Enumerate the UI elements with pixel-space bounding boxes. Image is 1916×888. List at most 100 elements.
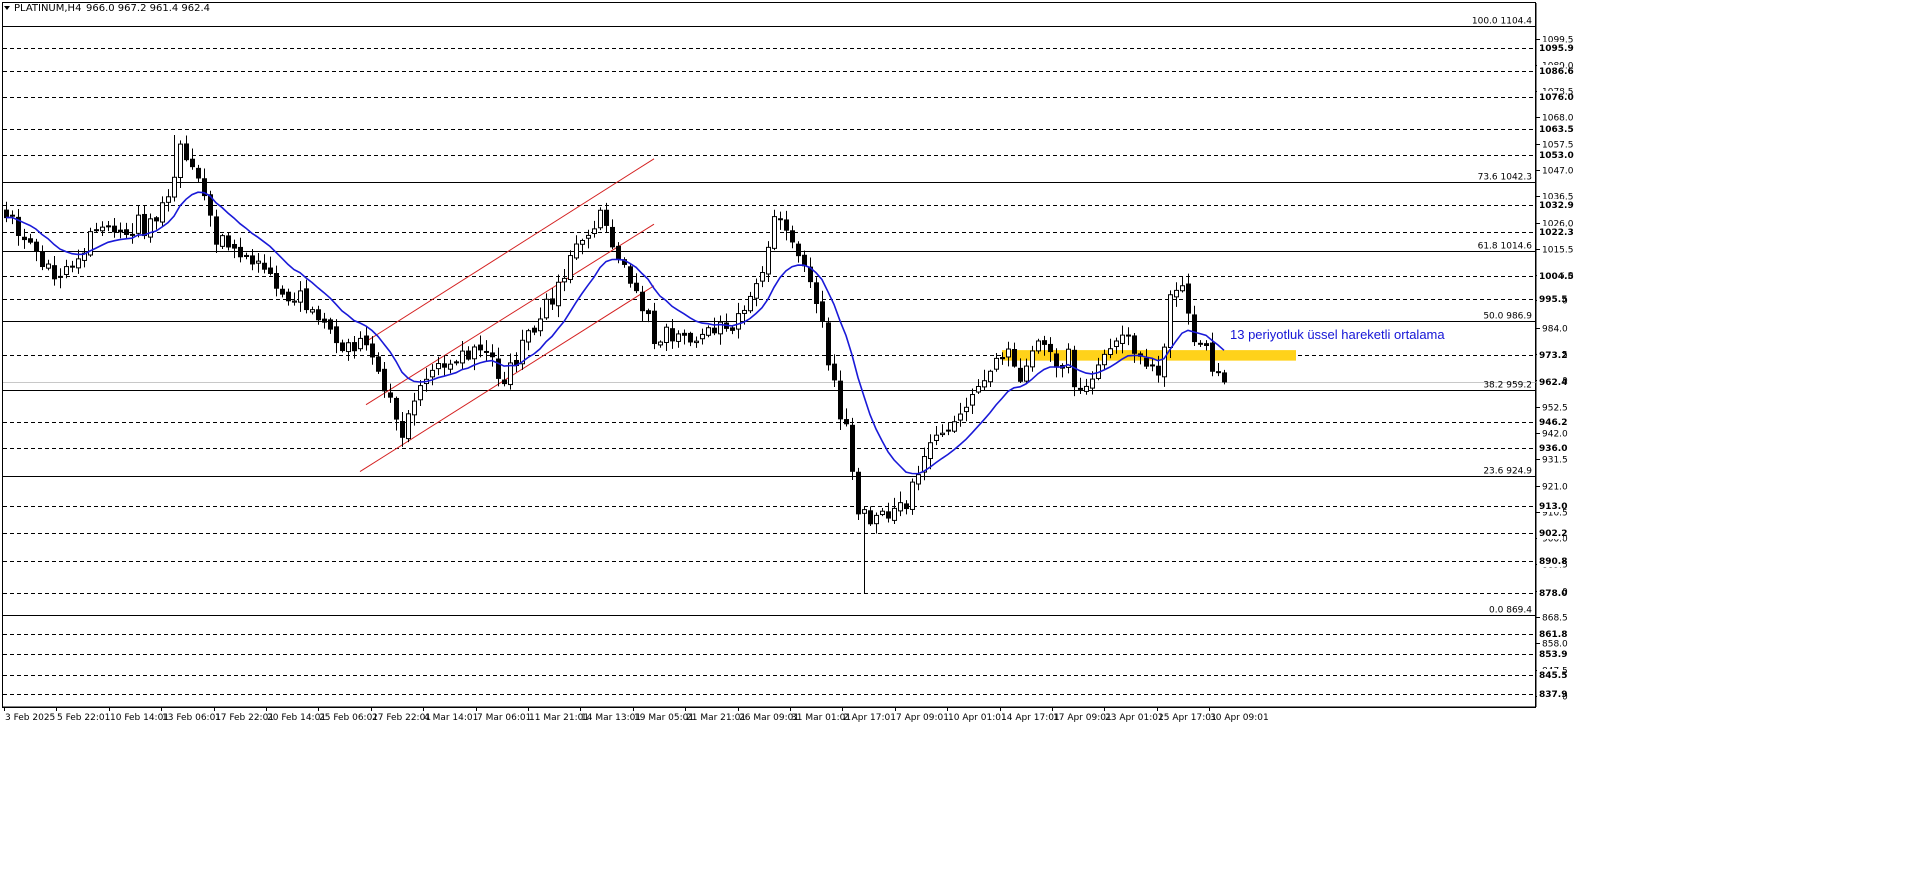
candle-body-down xyxy=(844,419,849,425)
fibo-level-label: 23.6 924.9 xyxy=(1483,467,1532,477)
candle-body-up xyxy=(766,246,771,275)
candle-body-down xyxy=(688,332,693,343)
candle-body-down xyxy=(304,288,309,311)
candle-body-up xyxy=(928,442,933,460)
candle-body-down xyxy=(784,219,789,231)
candle-body-up xyxy=(1162,346,1167,378)
candle-body-down xyxy=(364,335,369,346)
price-level-badge-label: 1076.0 xyxy=(1539,93,1574,103)
candle-body-up xyxy=(172,176,177,198)
price-level-badge-label: 1004.5 xyxy=(1539,272,1574,282)
candle-body-down xyxy=(394,397,399,420)
time-axis-tick-label: 20 Feb 14:01 xyxy=(267,713,326,723)
time-axis-tick-label: 10 Feb 14:01 xyxy=(110,713,169,723)
candle-body-down xyxy=(814,282,819,304)
price-level-badge-label: 936.0 xyxy=(1539,444,1567,454)
candle-body-down xyxy=(376,356,381,372)
price-chart[interactable]: 100.0 1104.4 73.6 1042.3 61.8 1014.6 50.0 9… xyxy=(0,0,1916,888)
candle-body-down xyxy=(466,350,471,360)
candle-body-up xyxy=(160,202,165,223)
candle-body-up xyxy=(592,228,597,235)
candle-body-down xyxy=(40,251,45,268)
candle-body-up xyxy=(1198,342,1203,345)
candle-body-down xyxy=(478,344,483,351)
price-level-badge-label: 878.0 xyxy=(1539,589,1567,599)
price-level-badge-label: 853.9 xyxy=(1539,650,1567,660)
price-axis-tick-label: 1047.0 xyxy=(1542,167,1574,177)
candle-body-down xyxy=(442,363,447,368)
candle-body-up xyxy=(892,507,897,521)
candle-body-down xyxy=(634,282,639,292)
candle-body-down xyxy=(190,158,195,168)
candle-body-down xyxy=(868,510,873,525)
price-axis: 1099.51089.01078.51068.01057.51047.01036… xyxy=(1535,3,1574,707)
candle-body-down xyxy=(640,291,645,312)
fibo-level-label: 61.8 1014.6 xyxy=(1478,242,1533,252)
price-level-badge-label: 837.9 xyxy=(1539,690,1567,700)
candle-body-up xyxy=(1036,340,1041,352)
ema-annotation: 13 periyotluk üssel hareketli ortalama xyxy=(1230,327,1445,342)
candle-body-up xyxy=(748,295,753,312)
candle-body-down xyxy=(316,309,321,321)
time-axis-tick-label: 23 Apr 01:01 xyxy=(1105,713,1164,723)
candle-body-up xyxy=(298,290,303,303)
candle-body-down xyxy=(1132,335,1137,354)
candle-body-up xyxy=(100,226,105,232)
candle-body-up xyxy=(982,380,987,388)
candle-body-down xyxy=(1210,342,1215,372)
candle-body-up xyxy=(772,216,777,249)
candle-body-up xyxy=(1126,334,1131,337)
candle-body-up xyxy=(76,258,81,269)
candle-body-up xyxy=(910,481,915,510)
candle-body-up xyxy=(46,263,51,269)
price-level-badge-label: 861.8 xyxy=(1539,630,1567,640)
candle-body-up xyxy=(994,357,999,370)
candle-body-down xyxy=(778,218,783,221)
price-level-badge-label: 946.2 xyxy=(1539,418,1567,428)
candle-body-up xyxy=(1102,353,1107,366)
time-axis-tick-label: 7 Apr 09:01 xyxy=(896,713,949,723)
time-axis-tick-label: 2 Apr 17:01 xyxy=(843,713,896,723)
candle-body-up xyxy=(916,474,921,485)
candle-body-up xyxy=(418,385,423,401)
candle-body-down xyxy=(730,327,735,331)
fibo-level-label: 38.2 959.2 xyxy=(1483,381,1532,391)
candle-body-up xyxy=(310,309,315,313)
candle-body-down xyxy=(370,343,375,358)
price-axis-tick-label: 931.5 xyxy=(1542,456,1568,466)
candle-body-up xyxy=(1168,294,1173,348)
candle-body-down xyxy=(274,272,279,289)
candle-body-up xyxy=(1180,285,1185,292)
candle-body-down xyxy=(1150,364,1155,367)
candle-body-up xyxy=(358,337,363,350)
candle-body-up xyxy=(574,243,579,259)
candle-body-down xyxy=(1012,349,1017,367)
candle-body-down xyxy=(352,342,357,352)
candle-body-down xyxy=(70,265,75,268)
fibo-level-label: 50.0 986.9 xyxy=(1483,312,1532,322)
price-axis-tick-label: 952.5 xyxy=(1542,404,1568,414)
candle-body-down xyxy=(838,380,843,420)
candle-body-down xyxy=(682,332,687,336)
candle-body-down xyxy=(262,262,267,270)
candle-body-down xyxy=(1156,365,1161,376)
candle-body-down xyxy=(1192,314,1197,343)
candle-body-down xyxy=(382,368,387,392)
price-level-badge-label: 1095.9 xyxy=(1539,44,1574,54)
time-axis: 3 Feb 2025 5 Feb 22:01 10 Feb 14:0113 Feb … xyxy=(3,706,1536,723)
candle-body-down xyxy=(1144,357,1149,367)
candle-body-down xyxy=(340,342,345,352)
candle-body-down xyxy=(496,358,501,379)
candle-body-down xyxy=(94,229,99,232)
candle-body-down xyxy=(1222,372,1227,383)
candle-body-up xyxy=(130,233,135,236)
time-axis-tick-label: 4 Mar 14:01 xyxy=(424,713,478,723)
candle-body-down xyxy=(646,310,651,315)
price-level-badge-label: 845.5 xyxy=(1539,671,1567,681)
candle-body-down xyxy=(196,167,201,179)
candle-body-up xyxy=(448,363,453,370)
time-axis-tick-label: 21 Mar 21:01 xyxy=(686,713,746,723)
time-axis-tick-label: 14 Apr 17:01 xyxy=(1001,713,1060,723)
candle-body-up xyxy=(706,327,711,336)
candle-body-down xyxy=(604,209,609,226)
